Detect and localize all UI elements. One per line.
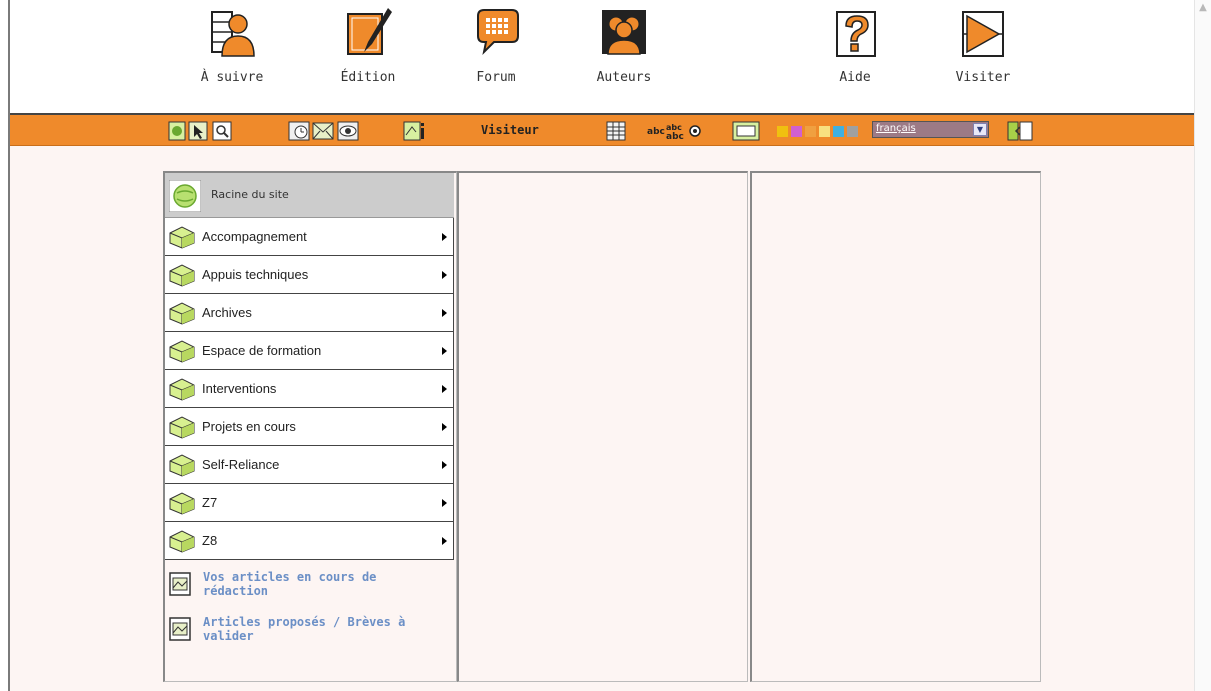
rubrique-item[interactable]: Self-Reliance <box>165 446 454 484</box>
rubrique-item[interactable]: Accompagnement <box>165 218 454 256</box>
user-status: Visiteur <box>481 123 539 137</box>
nav-visit-label: Visiter <box>955 70 1011 85</box>
rubrique-label: Self-Reliance <box>202 457 280 472</box>
nav-authors[interactable]: Auteurs <box>576 6 672 85</box>
section-box-icon <box>169 492 195 515</box>
arrow-right-icon[interactable] <box>442 309 447 317</box>
calendar-icon[interactable] <box>288 121 310 141</box>
rubrique-item[interactable]: Archives <box>165 294 454 332</box>
scrollbar[interactable]: ▲ <box>1194 0 1211 691</box>
layout-grid-icon[interactable] <box>606 121 626 141</box>
rubrique-label: Projets en cours <box>202 419 296 434</box>
right-column <box>750 171 1041 682</box>
rubrique-item[interactable]: Z8 <box>165 522 454 560</box>
arrow-right-icon[interactable] <box>442 385 447 393</box>
rubrique-item[interactable]: Z7 <box>165 484 454 522</box>
edit-icon <box>347 8 392 55</box>
nav-edit[interactable]: Édition <box>320 6 416 85</box>
svg-text:abc: abc <box>666 132 684 141</box>
section-box-icon <box>169 378 195 401</box>
language-value: français <box>876 123 916 134</box>
nav-follow[interactable]: À suivre <box>184 6 280 85</box>
font-size-icon[interactable]: abc abc abc <box>647 121 703 141</box>
rubrique-list: Accompagnement Appuis techniques Archive… <box>165 218 454 560</box>
forum-icon <box>477 9 519 56</box>
arrow-right-icon[interactable] <box>442 537 447 545</box>
section-box-icon <box>169 302 195 325</box>
rubrique-item[interactable]: Interventions <box>165 370 454 408</box>
nav-visit[interactable]: Visiter <box>935 6 1031 85</box>
site-root-label: Racine du site <box>211 188 289 201</box>
nav-authors-label: Auteurs <box>596 70 652 85</box>
nav-edit-label: Édition <box>340 70 396 85</box>
follow-icon <box>211 11 255 57</box>
rubrique-item[interactable]: Appuis techniques <box>165 256 454 294</box>
section-box-icon <box>169 416 195 439</box>
search-icon[interactable] <box>212 121 232 141</box>
rubrique-label: Espace de formation <box>202 343 322 358</box>
help-icon <box>836 11 876 57</box>
nav-forum[interactable]: Forum <box>448 6 544 85</box>
screen-width-icon[interactable] <box>732 121 760 141</box>
logout-icon[interactable] <box>1007 121 1033 141</box>
site-root-row[interactable]: Racine du site <box>165 173 454 218</box>
svg-text:abc: abc <box>666 123 682 132</box>
article-icon <box>169 572 191 596</box>
arrow-right-icon[interactable] <box>442 499 447 507</box>
toolbar: Visiteur abc abc abc français ▼ <box>10 113 1194 146</box>
nav-help[interactable]: Aide <box>807 6 903 85</box>
section-box-icon <box>169 340 195 363</box>
rubrique-label: Interventions <box>202 381 277 396</box>
arrow-right-icon[interactable] <box>442 347 447 355</box>
section-box-icon <box>169 264 195 287</box>
globe-icon <box>169 180 201 212</box>
authors-icon <box>602 10 646 55</box>
navigate-icon[interactable] <box>188 121 208 141</box>
rubrique-label: Accompagnement <box>202 229 307 244</box>
nav-follow-label: À suivre <box>200 70 264 85</box>
site-tree-icon[interactable] <box>168 121 186 141</box>
pending-link-label[interactable]: Articles proposés / Brèves à valider <box>203 615 443 643</box>
section-box-icon <box>169 454 195 477</box>
messages-icon[interactable] <box>312 121 334 141</box>
rubrique-label: Appuis techniques <box>202 267 309 282</box>
arrow-right-icon[interactable] <box>442 233 447 241</box>
article-icon <box>169 617 191 641</box>
language-select[interactable]: français ▼ <box>872 121 989 138</box>
arrow-right-icon[interactable] <box>442 461 447 469</box>
rubrique-label: Z7 <box>202 495 218 510</box>
navigation-column: Racine du site Accompagnement Appuis tec… <box>163 171 457 682</box>
color-swatches[interactable] <box>777 121 861 141</box>
section-box-icon <box>169 530 195 553</box>
scroll-up-icon[interactable]: ▲ <box>1198 3 1208 13</box>
rubrique-item[interactable]: Projets en cours <box>165 408 454 446</box>
nav-forum-label: Forum <box>476 70 516 85</box>
visit-icon <box>962 11 1004 57</box>
rubrique-label: Z8 <box>202 533 218 548</box>
drafts-link-label[interactable]: Vos articles en cours de rédaction <box>203 570 443 598</box>
info-page-icon[interactable] <box>403 121 427 141</box>
arrow-right-icon[interactable] <box>442 423 447 431</box>
section-box-icon <box>169 226 195 249</box>
nav-help-label: Aide <box>839 70 871 85</box>
top-navigation: À suivre Édition Forum Auteurs Aide Visi… <box>10 0 1194 113</box>
rubrique-label: Archives <box>202 305 252 320</box>
rubrique-item[interactable]: Espace de formation <box>165 332 454 370</box>
middle-column <box>457 171 748 682</box>
svg-text:abc: abc <box>647 127 665 137</box>
chevron-down-icon[interactable]: ▼ <box>973 123 987 136</box>
visitor-eye-icon[interactable] <box>337 121 359 141</box>
arrow-right-icon[interactable] <box>442 271 447 279</box>
